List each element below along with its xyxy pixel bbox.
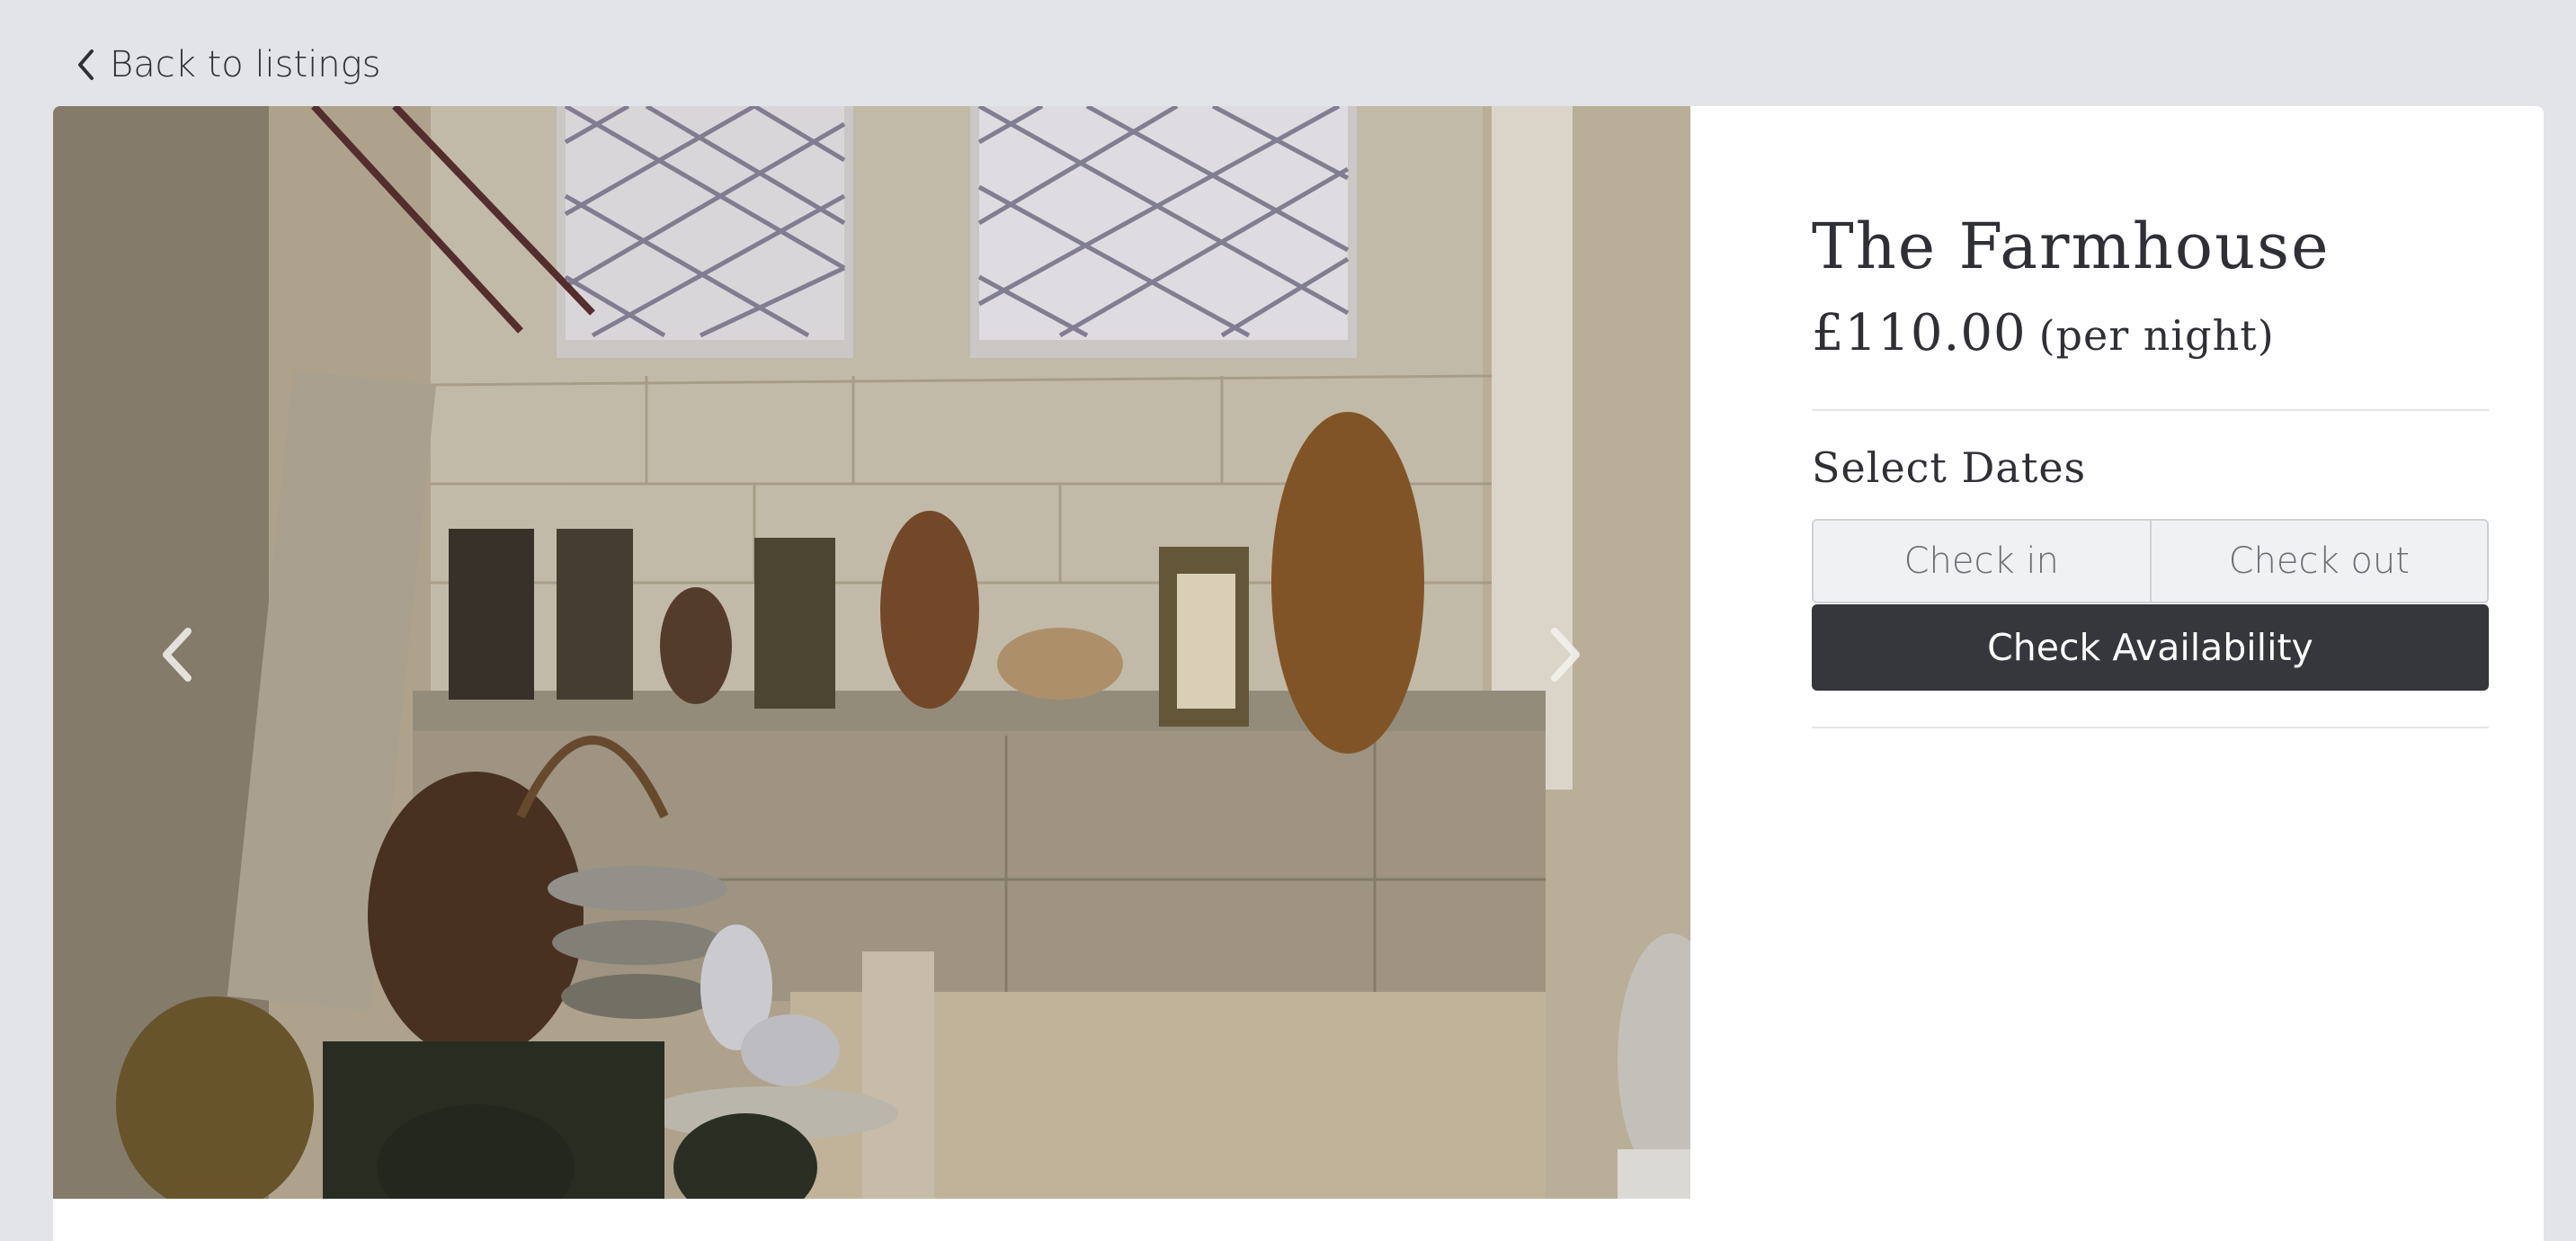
date-range-picker: Check in Check out: [1812, 519, 2489, 603]
check-out-field[interactable]: Check out: [2149, 521, 2487, 602]
check-in-field[interactable]: Check in: [1814, 521, 2150, 602]
page: Back to listings The Farmhouse £110.00 (…: [0, 0, 2576, 1241]
back-to-listings-link[interactable]: Back to listings: [76, 40, 381, 90]
listing-card: The Farmhouse £110.00 (per night) Select …: [53, 106, 2544, 1241]
check-availability-button[interactable]: Check Availability: [1812, 604, 2489, 691]
listing-photo: [53, 106, 1690, 1199]
carousel-next-button[interactable]: [1529, 610, 1601, 700]
listing-price: £110.00: [1812, 304, 2027, 362]
back-link-label: Back to listings: [110, 44, 381, 85]
divider: [1812, 409, 2489, 411]
carousel-prev-button[interactable]: [141, 610, 213, 700]
price-unit: (per night): [2038, 311, 2275, 360]
select-dates-heading: Select Dates: [1812, 443, 2087, 492]
price-row: £110.00 (per night): [1812, 304, 2275, 362]
listing-title: The Farmhouse: [1812, 210, 2331, 283]
chevron-left-icon: [78, 49, 94, 80]
divider: [1812, 727, 2489, 728]
chevron-right-icon: [1551, 628, 1580, 682]
chevron-left-icon: [163, 628, 192, 682]
photo-carousel[interactable]: [53, 106, 1690, 1199]
